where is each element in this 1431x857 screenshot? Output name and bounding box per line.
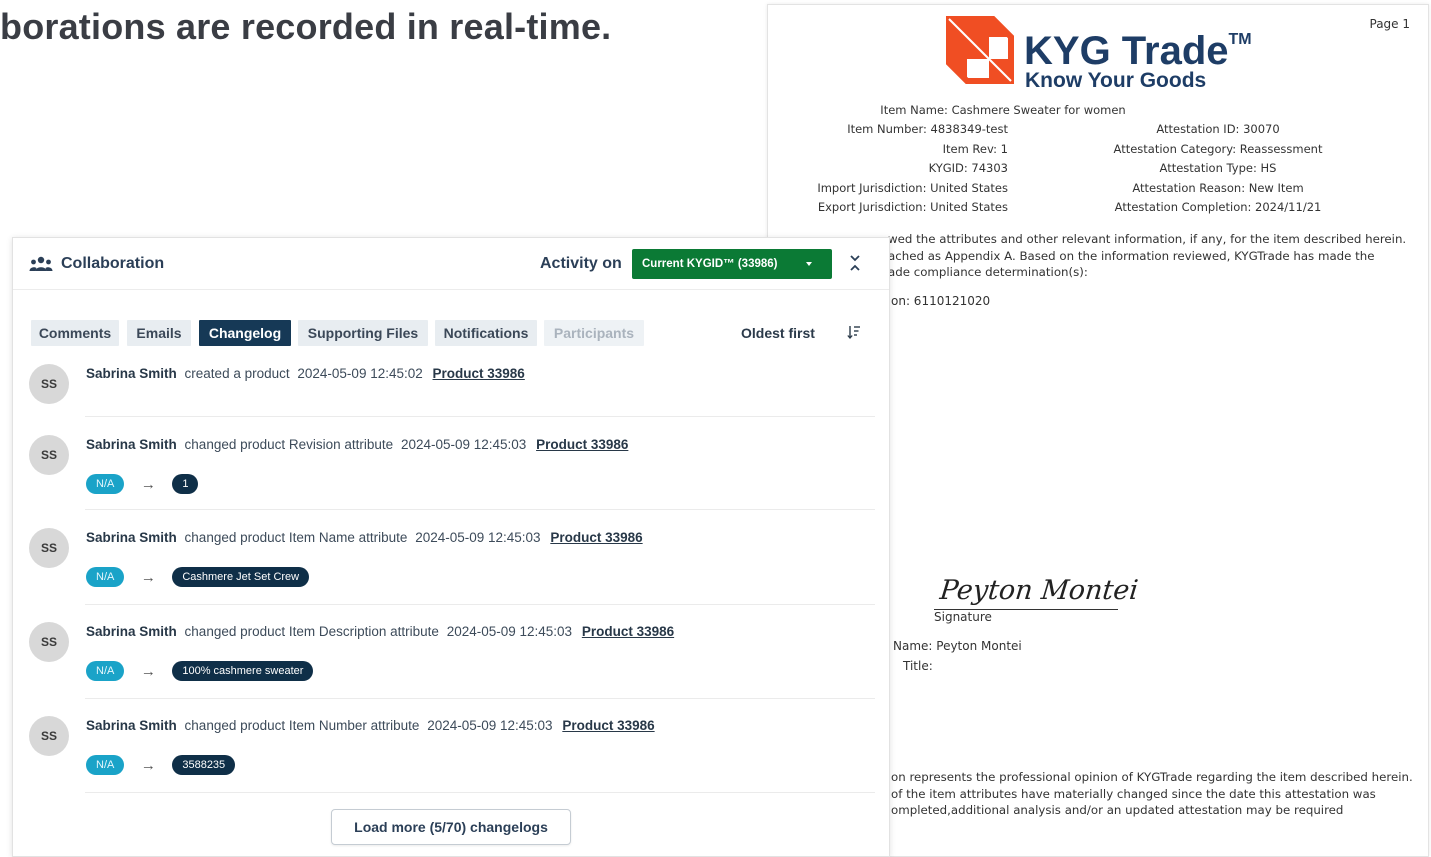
load-more-button[interactable]: Load more (5/70) changelogs	[331, 809, 571, 845]
entry-user[interactable]: Sabrina Smith	[86, 530, 177, 545]
classification-code: on: 6110121020	[891, 294, 991, 308]
arrow-right-icon: →	[140, 662, 156, 680]
entry-action: changed product Item Number attribute	[184, 718, 420, 733]
page-headline: borations are recorded in real-time.	[0, 6, 612, 47]
item-fields-left: Item Number: 4838349-test Item Rev: 1 KY…	[817, 122, 1008, 215]
entry-user[interactable]: Sabrina Smith	[86, 624, 177, 639]
entry-timestamp: 2024-05-09 12:45:03	[446, 624, 573, 639]
product-link[interactable]: Product 33986	[550, 530, 642, 545]
people-icon	[29, 256, 53, 271]
avatar: SS	[29, 622, 69, 662]
review-paragraph: wed the attributes and other relevant in…	[888, 232, 1407, 279]
signature-label: Signature	[934, 610, 992, 624]
kyg-logo-icon	[946, 16, 1014, 84]
value-change: N/A → 1	[86, 474, 199, 494]
collapse-icon[interactable]	[847, 253, 863, 273]
page-number: Page 1	[1369, 17, 1411, 31]
value-change: N/A → 3588235	[86, 755, 236, 775]
entry-summary: Sabrina Smith changed product Item Name …	[86, 530, 643, 545]
entry-timestamp: 2024-05-09 12:45:03	[415, 530, 541, 545]
entry-summary: Sabrina Smith changed product Item Descr…	[86, 624, 674, 639]
item-name-field: Item Name: Cashmere Sweater for women	[880, 103, 1126, 117]
avatar: SS	[29, 716, 69, 756]
tab-changelog[interactable]: Changelog	[199, 320, 291, 346]
new-value-badge: 1	[172, 474, 199, 494]
signer-name: Name: Peyton Montei	[893, 639, 1022, 653]
entry-divider	[85, 792, 875, 793]
arrow-right-icon: →	[140, 568, 156, 586]
avatar: SS	[29, 364, 69, 404]
product-link[interactable]: Product 33986	[536, 437, 628, 452]
old-value-badge: N/A	[86, 755, 125, 775]
new-value-badge: 3588235	[172, 755, 236, 775]
entry-user[interactable]: Sabrina Smith	[86, 437, 177, 452]
logo-tagline: Know Your Goods	[1025, 69, 1207, 92]
old-value-badge: N/A	[86, 474, 125, 494]
tab-comments[interactable]: Comments	[31, 320, 119, 346]
entry-divider	[85, 509, 875, 510]
avatar: SS	[29, 435, 69, 475]
sort-icon[interactable]	[847, 325, 861, 339]
new-value-badge: Cashmere Jet Set Crew	[172, 567, 310, 587]
new-value-badge: 100% cashmere sweater	[172, 661, 314, 681]
old-value-badge: N/A	[86, 567, 125, 587]
entry-action: changed product Revision attribute	[184, 437, 394, 452]
panel-header: Collaboration Activity on Current KYGID™…	[13, 238, 889, 290]
arrow-right-icon: →	[140, 475, 156, 493]
entry-user[interactable]: Sabrina Smith	[86, 718, 177, 733]
old-value-badge: N/A	[86, 661, 125, 681]
panel-title: Collaboration	[61, 255, 165, 272]
entry-timestamp: 2024-05-09 12:45:02	[297, 366, 423, 381]
entry-action: created a product	[184, 366, 290, 381]
tab-emails[interactable]: Emails	[127, 320, 191, 346]
disclaimer-paragraph: on represents the professional opinion o…	[891, 770, 1413, 817]
entry-action: changed product Item Description attribu…	[184, 624, 439, 639]
activity-label: Activity on	[540, 255, 622, 272]
entry-timestamp: 2024-05-09 12:45:03	[427, 718, 553, 733]
collaboration-panel: Collaboration Activity on Current KYGID™…	[12, 237, 890, 857]
entry-divider	[85, 604, 875, 605]
entry-divider	[85, 416, 875, 417]
logo-title: KYG TradeTM	[1024, 29, 1252, 73]
entry-divider	[85, 698, 875, 699]
sort-order-label[interactable]: Oldest first	[741, 325, 815, 341]
product-link[interactable]: Product 33986	[433, 366, 525, 381]
product-link[interactable]: Product 33986	[582, 624, 674, 639]
tab-supporting-files[interactable]: Supporting Files	[298, 320, 428, 346]
entry-action: changed product Item Name attribute	[184, 530, 408, 545]
signature-image: Peyton Montei	[938, 575, 1140, 606]
product-link[interactable]: Product 33986	[562, 718, 654, 733]
value-change: N/A → 100% cashmere sweater	[86, 661, 314, 681]
tab-notifications[interactable]: Notifications	[435, 320, 537, 346]
tab-participants[interactable]: Participants	[544, 320, 644, 346]
entry-summary: Sabrina Smith changed product Revision a…	[86, 437, 628, 452]
caret-down-icon	[806, 262, 812, 266]
signer-title: Title:	[903, 659, 933, 673]
arrow-right-icon: →	[140, 756, 156, 774]
kygid-dropdown[interactable]: Current KYGID™ (33986)	[632, 249, 832, 279]
avatar: SS	[29, 528, 69, 568]
entry-user[interactable]: Sabrina Smith	[86, 366, 177, 381]
entry-summary: Sabrina Smith created a product 2024-05-…	[86, 366, 525, 381]
entry-timestamp: 2024-05-09 12:45:03	[400, 437, 527, 452]
kygid-selected-value: Current KYGID™ (33986)	[642, 258, 778, 270]
entry-summary: Sabrina Smith changed product Item Numbe…	[86, 718, 655, 733]
attestation-fields-right: Attestation ID: 30070 Attestation Catego…	[1113, 122, 1323, 215]
value-change: N/A → Cashmere Jet Set Crew	[86, 567, 310, 587]
